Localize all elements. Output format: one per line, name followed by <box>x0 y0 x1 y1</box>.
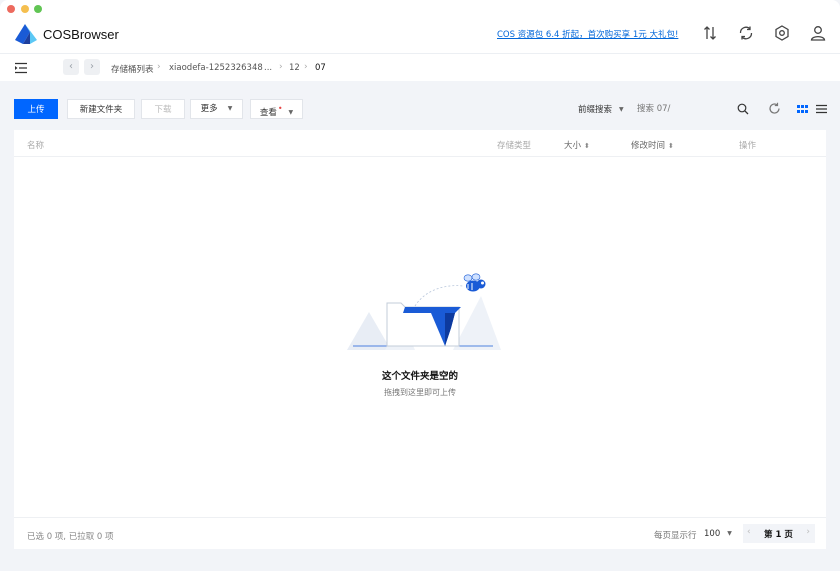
sync-icon[interactable] <box>737 24 755 42</box>
view-dropdown[interactable]: 查看• ▼ <box>250 99 303 119</box>
breadcrumb-separator: › <box>253 62 257 72</box>
column-header-actions: 操作 <box>739 141 757 151</box>
search-input[interactable] <box>637 102 727 116</box>
transfer-icon[interactable] <box>701 24 719 42</box>
selection-summary: 已选 0 项, 已拉取 0 项 <box>27 532 114 542</box>
breadcrumb-separator: › <box>157 62 161 72</box>
breadcrumb-bar: ‹ › 存储桶列表 › xiaodefa-1252326348 › ... › … <box>0 53 840 81</box>
column-header-size[interactable]: 大小 ⬍ <box>564 139 590 151</box>
settings-icon[interactable] <box>773 24 791 42</box>
modified-label: 修改时间 <box>631 141 666 151</box>
user-icon[interactable] <box>809 24 827 42</box>
back-button[interactable]: ‹ <box>63 59 79 75</box>
pagination: ‹ 第 1 页 › <box>743 524 815 543</box>
zoom-window-button[interactable] <box>34 5 42 13</box>
chevron-down-icon: ▼ <box>727 530 732 537</box>
chevron-down-icon: ▼ <box>227 105 233 112</box>
promo-link[interactable]: COS 资源包 6.4 折起，首次购买享 1元 大礼包! <box>497 28 678 40</box>
search-icon[interactable] <box>737 103 749 115</box>
empty-state-title: 这个文件夹是空的 <box>381 371 458 382</box>
sort-icon: ⬍ <box>584 142 590 150</box>
column-header-modified[interactable]: 修改时间 ⬍ <box>631 139 674 151</box>
size-label: 大小 <box>564 141 582 151</box>
title-bar: COSBrowser COS 资源包 6.4 折起，首次购买享 1元 大礼包! <box>0 0 840 53</box>
search-box <box>633 99 753 119</box>
current-page: 第 1 页 <box>764 530 793 540</box>
breadcrumb-item-bucket-list[interactable]: 存储桶列表 <box>111 63 154 75</box>
search-mode-select[interactable]: 前缀搜索 ▼ <box>578 103 624 115</box>
app-window: COSBrowser COS 资源包 6.4 折起，首次购买享 1元 大礼包! … <box>0 0 840 571</box>
table-header: 名称 存储类型 大小 ⬍ 修改时间 ⬍ 操作 <box>14 130 826 157</box>
per-page-label: 每页显示行 <box>654 531 697 541</box>
empty-folder-illustration <box>347 273 501 350</box>
more-dropdown[interactable]: 更多 ▼ <box>190 99 243 119</box>
breadcrumb-item-12[interactable]: 12 <box>289 63 300 73</box>
breadcrumb-item-ellipsis[interactable]: ... <box>264 63 272 73</box>
close-window-button[interactable] <box>7 5 15 13</box>
notification-dot-icon: • <box>277 104 283 113</box>
breadcrumb-item-bucket[interactable]: xiaodefa-1252326348 <box>169 63 263 73</box>
sort-icon: ⬍ <box>668 142 674 150</box>
sidebar-toggle-icon[interactable] <box>14 62 28 74</box>
per-page-select[interactable]: 100 ▼ <box>704 529 732 539</box>
column-header-storage-class: 存储类型 <box>497 141 532 151</box>
more-label: 更多 <box>200 104 218 114</box>
breadcrumb-item-current: 07 <box>315 63 326 73</box>
forward-button[interactable]: › <box>84 59 100 75</box>
app-brand: COSBrowser <box>43 27 119 42</box>
breadcrumb-separator: › <box>304 62 308 72</box>
refresh-icon[interactable] <box>768 102 781 115</box>
download-button[interactable]: 下载 <box>141 99 185 119</box>
breadcrumb-separator: › <box>279 62 283 72</box>
upload-button[interactable]: 上传 <box>14 99 58 119</box>
per-page-value: 100 <box>704 529 721 539</box>
new-folder-button[interactable]: 新建文件夹 <box>67 99 135 119</box>
next-page-button[interactable]: › <box>806 527 810 537</box>
view-label: 查看 <box>259 108 277 118</box>
chevron-down-icon: ▼ <box>619 106 624 113</box>
empty-state-subtitle: 拖拽到这里即可上传 <box>384 388 456 397</box>
grid-view-icon[interactable] <box>797 104 808 114</box>
minimize-window-button[interactable] <box>21 5 29 13</box>
search-mode-label: 前缀搜索 <box>578 105 613 115</box>
prev-page-button[interactable]: ‹ <box>747 527 751 537</box>
chevron-down-icon: ▼ <box>288 109 294 116</box>
cos-logo-icon <box>15 24 37 44</box>
table-footer: 已选 0 项, 已拉取 0 项 每页显示行 100 ▼ ‹ 第 1 页 › <box>14 517 826 549</box>
column-header-name: 名称 <box>27 141 45 151</box>
list-view-icon[interactable] <box>816 104 827 114</box>
